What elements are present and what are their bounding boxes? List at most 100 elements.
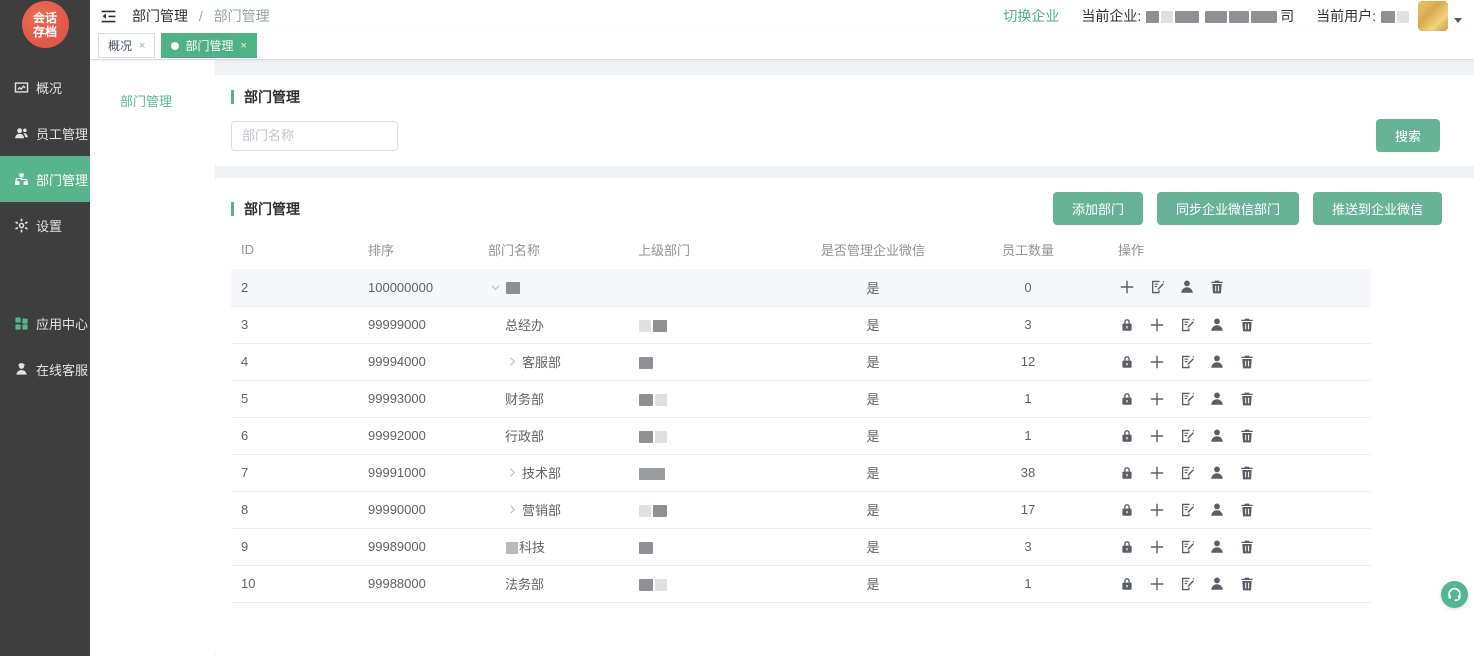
edit-icon[interactable] (1178, 538, 1195, 555)
sidebar-item-overview[interactable]: 概况 (0, 64, 90, 110)
edit-icon[interactable] (1178, 501, 1195, 518)
search-card: 部门管理 搜索 (215, 75, 1474, 166)
edit-icon[interactable] (1148, 279, 1165, 296)
user-icon[interactable] (1208, 390, 1225, 407)
edit-icon[interactable] (1178, 316, 1195, 333)
table-row[interactable]: 899990000营销部是17 (231, 491, 1371, 528)
user-menu-caret-icon[interactable] (1454, 18, 1462, 23)
lock-icon[interactable] (1118, 427, 1135, 444)
chevron-right-icon[interactable] (505, 503, 519, 517)
table-row[interactable]: 399999000总经办是3 (231, 306, 1371, 343)
cell-parent-department (628, 565, 798, 602)
department-name-input[interactable] (231, 121, 398, 151)
cell-id: 6 (231, 417, 358, 454)
title-accent-bar (231, 90, 234, 104)
edit-icon[interactable] (1178, 464, 1195, 481)
table-row[interactable]: 999989000 科技是3 (231, 528, 1371, 565)
sidebar-item-employee[interactable]: 员工管理 (0, 110, 90, 156)
cell-department-name: 财务部 (478, 380, 628, 417)
cell-id: 10 (231, 565, 358, 602)
lock-icon[interactable] (1118, 353, 1135, 370)
tab-overview[interactable]: 概况× (98, 33, 155, 58)
lock-icon[interactable] (1118, 575, 1135, 592)
logo-text-line1: 会话 (33, 11, 57, 25)
customer-service-fab[interactable] (1441, 581, 1468, 608)
trash-icon[interactable] (1238, 316, 1255, 333)
table-row[interactable]: 599993000财务部是1 (231, 380, 1371, 417)
cell-manage-wecom: 是 (798, 380, 948, 417)
trash-icon[interactable] (1238, 464, 1255, 481)
search-button[interactable]: 搜索 (1376, 119, 1440, 152)
switch-company-link[interactable]: 切换企业 (1003, 6, 1059, 26)
user-icon[interactable] (1178, 279, 1195, 296)
user-icon[interactable] (1208, 538, 1225, 555)
tab-close-icon[interactable]: × (240, 40, 246, 52)
logo-text-line2: 存档 (33, 25, 57, 39)
user-icon[interactable] (1208, 464, 1225, 481)
plus-icon[interactable] (1148, 464, 1165, 481)
sidebar-item-online-service[interactable]: 在线客服 (0, 346, 90, 392)
chevron-down-icon[interactable] (488, 280, 502, 294)
edit-icon[interactable] (1178, 427, 1195, 444)
topbar-left: 部门管理 / 部门管理 (100, 6, 270, 26)
cell-department-name: 科技 (478, 528, 628, 565)
trash-icon[interactable] (1238, 427, 1255, 444)
plus-icon[interactable] (1148, 316, 1165, 333)
company-name-suffix: 司 (1280, 6, 1294, 26)
lock-icon[interactable] (1118, 316, 1135, 333)
user-icon[interactable] (1208, 353, 1225, 370)
plus-icon[interactable] (1148, 501, 1165, 518)
user-avatar[interactable] (1418, 1, 1448, 31)
trash-icon[interactable] (1238, 390, 1255, 407)
plus-icon[interactable] (1148, 538, 1165, 555)
table-row[interactable]: 699992000行政部是1 (231, 417, 1371, 454)
sidebar-item-department[interactable]: 部门管理 (0, 156, 90, 202)
push-to-wecom-button[interactable]: 推送到企业微信 (1313, 192, 1442, 225)
table-row[interactable]: 1099988000法务部是1 (231, 565, 1371, 602)
edit-icon[interactable] (1178, 353, 1195, 370)
search-row: 搜索 (231, 119, 1458, 152)
tab-close-icon[interactable]: × (139, 40, 145, 52)
trash-icon[interactable] (1238, 353, 1255, 370)
table-body: 2100000000 是0399999000总经办是3499994000客服部是… (231, 269, 1371, 602)
table-row[interactable]: 2100000000 是0 (231, 269, 1371, 306)
plus-icon[interactable] (1118, 279, 1135, 296)
trash-icon[interactable] (1238, 538, 1255, 555)
sidebar-item-app-center[interactable]: 应用中心 (0, 300, 90, 346)
edit-icon[interactable] (1178, 390, 1195, 407)
lock-icon[interactable] (1118, 538, 1135, 555)
lock-icon[interactable] (1118, 390, 1135, 407)
cell-id: 5 (231, 380, 358, 417)
collapse-sidebar-icon[interactable] (100, 7, 118, 25)
breadcrumb-parent[interactable]: 部门管理 (132, 8, 188, 24)
table-row[interactable]: 499994000客服部是12 (231, 343, 1371, 380)
cell-id: 9 (231, 528, 358, 565)
tab-department[interactable]: 部门管理× (161, 33, 256, 58)
user-icon[interactable] (1208, 575, 1225, 592)
edit-icon[interactable] (1178, 575, 1195, 592)
trash-icon[interactable] (1238, 575, 1255, 592)
search-card-title-text: 部门管理 (244, 87, 300, 107)
cell-manage-wecom: 是 (798, 343, 948, 380)
sidebar-item-settings[interactable]: 设置 (0, 202, 90, 248)
trash-icon[interactable] (1208, 279, 1225, 296)
cell-operations (1108, 528, 1371, 565)
plus-icon[interactable] (1148, 575, 1165, 592)
trash-icon[interactable] (1238, 501, 1255, 518)
plus-icon[interactable] (1148, 353, 1165, 370)
user-icon[interactable] (1208, 427, 1225, 444)
table-row[interactable]: 799991000技术部是38 (231, 454, 1371, 491)
plus-icon[interactable] (1148, 427, 1165, 444)
chevron-right-icon[interactable] (505, 466, 519, 480)
lock-icon[interactable] (1118, 464, 1135, 481)
user-icon[interactable] (1208, 501, 1225, 518)
chevron-right-icon[interactable] (505, 355, 519, 369)
subsidebar-item-department[interactable]: 部门管理 (90, 84, 215, 120)
user-icon[interactable] (1208, 316, 1225, 333)
add-department-button[interactable]: 添加部门 (1053, 192, 1143, 225)
column-header: 上级部门 (628, 229, 798, 269)
sync-wecom-departments-button[interactable]: 同步企业微信部门 (1157, 192, 1299, 225)
cell-department-name: 法务部 (478, 565, 628, 602)
plus-icon[interactable] (1148, 390, 1165, 407)
lock-icon[interactable] (1118, 501, 1135, 518)
